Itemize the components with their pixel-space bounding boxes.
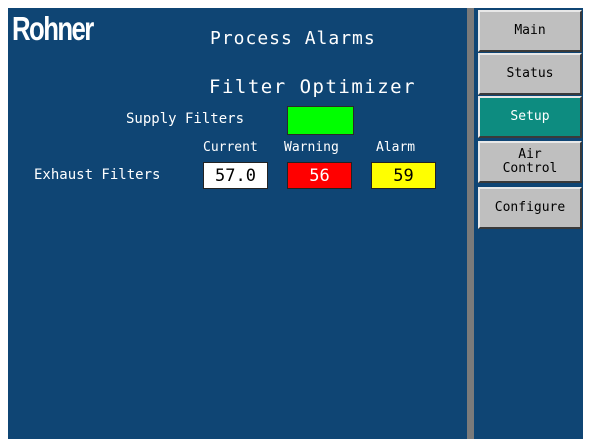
page-subtitle: Filter Optimizer: [209, 76, 417, 98]
configure-button-label: Configure: [494, 200, 566, 215]
exhaust-alarm-setpoint[interactable]: 59: [371, 162, 436, 189]
main-button-label: Main: [514, 23, 546, 38]
sidebar-divider: [467, 8, 474, 439]
configure-button[interactable]: Configure: [478, 187, 582, 229]
alarm-column-header: Alarm: [376, 140, 416, 155]
supply-filters-label: Supply Filters: [126, 111, 245, 127]
air-control-label-line2: Control: [502, 161, 558, 176]
exhaust-current-value: 57.0: [203, 162, 268, 189]
exhaust-warning-setpoint[interactable]: 56: [287, 162, 352, 189]
status-button-label: Status: [506, 66, 554, 81]
main-button[interactable]: Main: [478, 10, 582, 52]
setup-button[interactable]: Setup: [478, 96, 582, 138]
current-column-header: Current: [203, 140, 258, 155]
page-title: Process Alarms: [210, 28, 376, 49]
supply-filters-status-indicator: [287, 106, 354, 135]
status-button[interactable]: Status: [478, 53, 582, 95]
warning-column-header: Warning: [284, 140, 339, 155]
air-control-label-line1: Air: [518, 147, 542, 162]
exhaust-filters-label: Exhaust Filters: [34, 167, 161, 183]
rohner-logo: Rohner: [12, 10, 94, 47]
air-control-button[interactable]: Air Control: [478, 141, 582, 183]
setup-button-label: Setup: [510, 109, 550, 124]
